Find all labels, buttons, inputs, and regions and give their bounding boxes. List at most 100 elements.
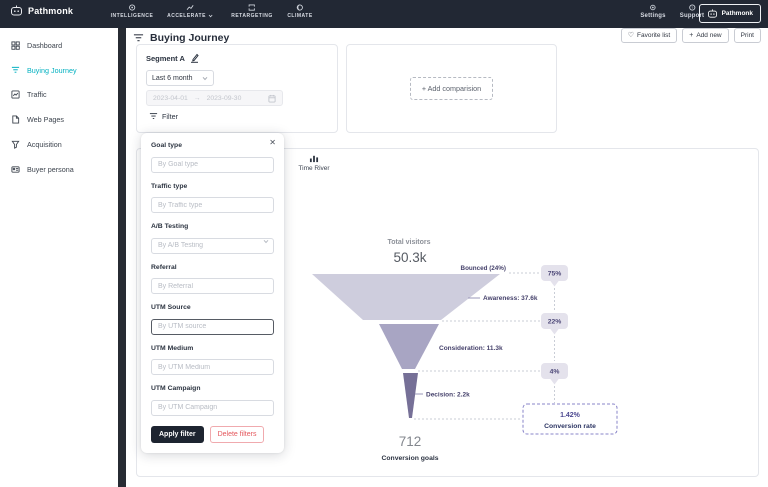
plus-icon: +	[689, 32, 693, 39]
svg-text:4%: 4%	[550, 369, 560, 376]
chevron-down-icon	[208, 14, 213, 18]
consideration-label: Consideration: 11.3k	[439, 345, 503, 352]
edit-pencil-icon[interactable]	[190, 53, 199, 63]
filter-field-referral: Referral	[151, 264, 274, 295]
nav-item-accelerate[interactable]: ACCELERATE	[167, 4, 213, 19]
acquisition-icon	[11, 140, 20, 149]
nav-item-intelligence[interactable]: INTELLIGENCE	[111, 4, 154, 19]
conversion-rate-value: 1.42%	[560, 412, 581, 419]
date-start-value: 2023-04-01	[153, 95, 188, 102]
svg-text:22%: 22%	[548, 319, 562, 326]
sidebar-item-acquisition[interactable]: Acquisition	[0, 132, 118, 157]
print-button[interactable]: Print	[734, 28, 761, 43]
close-icon[interactable]: ✕	[269, 139, 276, 147]
field-label: UTM Source	[151, 304, 274, 311]
segment-a-card: Segment A Last 6 month 2023-04-01 → 2023…	[136, 44, 338, 133]
sidebar-item-buyer-persona[interactable]: Buyer persona	[0, 157, 118, 182]
main-content: Buying Journey ♡ Favorite list + Add new…	[126, 28, 768, 487]
filter-button-label: Filter	[162, 112, 178, 121]
retargeting-icon	[249, 4, 256, 11]
tab-time-river-label: Time River	[298, 165, 329, 172]
total-visitors-value: 50.3k	[393, 250, 426, 265]
utm-medium-input[interactable]	[151, 359, 274, 375]
add-new-button[interactable]: + Add new	[682, 28, 728, 43]
sidebar-item-traffic[interactable]: Traffic	[0, 83, 118, 108]
filter-field-goal-type: Goal type	[151, 142, 274, 173]
conversion-rate-box: 1.42% Conversion rate	[523, 404, 617, 434]
field-label: UTM Medium	[151, 345, 274, 352]
pathmonk-account-button[interactable]: Pathmonk	[699, 4, 761, 23]
brand-logo[interactable]: Pathmonk	[10, 5, 73, 16]
date-end-value: 2023-09-30	[207, 95, 242, 102]
rate-badge-4: 4%	[541, 363, 568, 385]
delete-filters-button[interactable]: Delete filters	[210, 426, 265, 443]
date-range-select-value: Last 6 month	[152, 75, 192, 82]
filter-field-utm-medium: UTM Medium	[151, 345, 274, 376]
funnel-stage-consideration[interactable]	[379, 324, 439, 369]
funnel-stage-decision[interactable]	[403, 373, 418, 418]
segment-name: Segment A	[146, 54, 185, 63]
sidebar-item-label: Dashboard	[27, 41, 62, 50]
sidebar-item-label: Buyer persona	[27, 165, 74, 174]
filter-field-utm-campaign: UTM Campaign	[151, 385, 274, 416]
filter-field-traffic-type: Traffic type	[151, 183, 274, 214]
date-range-select[interactable]: Last 6 month	[146, 70, 214, 86]
funnel-icon	[133, 33, 144, 44]
bounced-label: Bounced (24%)	[461, 265, 506, 272]
field-label: UTM Campaign	[151, 385, 274, 392]
sidebar: Dashboard Buying Journey Traffic Web Pag…	[0, 28, 118, 487]
header-actions: ♡ Favorite list + Add new Print	[621, 28, 761, 43]
heart-icon: ♡	[628, 32, 634, 39]
intelligence-icon	[128, 4, 135, 11]
funnel-icon	[11, 66, 20, 75]
dashboard-icon	[11, 41, 20, 50]
tab-time-river[interactable]: Time River	[288, 154, 340, 172]
filter-button[interactable]: Filter	[146, 112, 328, 121]
nav-item-climate[interactable]: CLIMATE	[287, 4, 312, 19]
filter-funnel-icon	[149, 112, 158, 121]
sidebar-item-label: Traffic	[27, 90, 47, 99]
nav-item-settings[interactable]: Settings	[640, 4, 665, 19]
calendar-icon	[268, 94, 276, 103]
utm-source-input[interactable]	[151, 319, 274, 335]
field-label: Goal type	[151, 142, 274, 149]
pages-icon	[11, 115, 20, 124]
sidebar-item-dashboard[interactable]: Dashboard	[0, 33, 118, 58]
climate-icon	[296, 4, 303, 11]
field-label: A/B Testing	[151, 223, 274, 230]
sidebar-item-buying-journey[interactable]: Buying Journey	[0, 58, 118, 83]
sidebar-item-label: Buying Journey	[27, 66, 77, 75]
persona-icon	[11, 165, 20, 174]
favorite-list-button[interactable]: ♡ Favorite list	[621, 28, 678, 43]
utm-campaign-input[interactable]	[151, 400, 274, 416]
nav-item-retargeting[interactable]: RETARGETING	[231, 4, 273, 19]
goal-type-input[interactable]	[151, 157, 274, 173]
account-button-label: Pathmonk	[722, 10, 753, 17]
add-new-label: Add new	[696, 32, 721, 39]
traffic-type-input[interactable]	[151, 197, 274, 213]
field-label: Referral	[151, 264, 274, 271]
sidebar-divider	[118, 28, 126, 487]
add-comparison-button[interactable]: + Add comparision	[410, 77, 493, 100]
chevron-down-icon	[263, 239, 269, 244]
sidebar-item-web-pages[interactable]: Web Pages	[0, 107, 118, 132]
traffic-icon	[11, 90, 20, 99]
bar-chart-icon	[309, 154, 319, 163]
print-label: Print	[741, 32, 754, 39]
ab-testing-select[interactable]	[151, 238, 274, 254]
referral-input[interactable]	[151, 278, 274, 294]
favorite-list-label: Favorite list	[637, 32, 670, 39]
date-arrow: →	[194, 95, 201, 102]
nav-item-label: INTELLIGENCE	[111, 13, 154, 19]
conversion-goals-label: Conversion goals	[381, 455, 438, 462]
conversion-rate-label: Conversion rate	[544, 423, 596, 430]
page-title: Buying Journey	[133, 32, 229, 44]
field-label: Traffic type	[151, 183, 274, 190]
brand-name: Pathmonk	[28, 6, 73, 16]
comparison-card: + Add comparision	[346, 44, 557, 133]
date-range-input[interactable]: 2023-04-01 → 2023-09-30	[146, 90, 283, 106]
decision-label: Decision: 2.2k	[426, 392, 470, 399]
funnel-stage-awareness[interactable]	[312, 274, 500, 320]
top-navbar: Pathmonk INTELLIGENCE ACCELERATE RETARGE…	[0, 0, 768, 28]
apply-filter-button[interactable]: Apply filter	[151, 426, 204, 443]
